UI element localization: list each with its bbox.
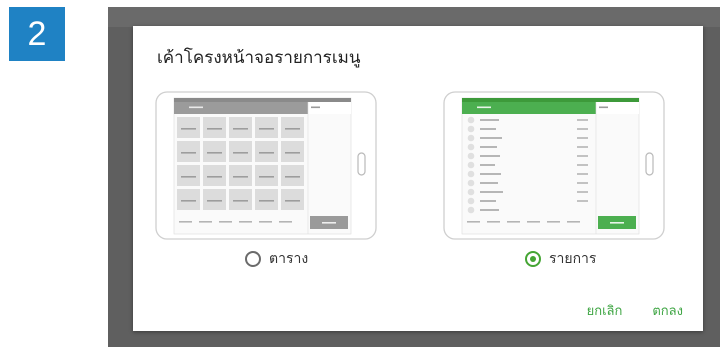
cancel-button[interactable]: ยกเลิก	[587, 300, 623, 321]
menu-layout-dialog: เค้าโครงหน้าจอรายการเมนู ตาราง รายการ ยก…	[133, 26, 703, 331]
grid-layout-option[interactable]: ตาราง	[245, 248, 308, 270]
dialog-title: เค้าโครงหน้าจอรายการเมนู	[157, 48, 361, 68]
list-layout-tablet-icon	[443, 91, 665, 240]
ok-button[interactable]: ตกลง	[652, 300, 683, 321]
step-number: 2	[27, 14, 47, 53]
grid-layout-label: ตาราง	[269, 251, 309, 267]
list-layout-radio[interactable]	[525, 251, 541, 267]
list-layout-label: รายการ	[549, 251, 597, 267]
grid-layout-preview[interactable]	[155, 91, 377, 240]
step-number-badge: 2	[9, 7, 65, 61]
grid-layout-tablet-icon	[155, 91, 377, 240]
list-layout-preview[interactable]	[443, 91, 665, 240]
list-layout-option[interactable]: รายการ	[525, 248, 596, 270]
dialog-actions: ยกเลิก ตกลง	[587, 300, 683, 321]
backdrop-top-bar	[108, 7, 720, 27]
grid-layout-radio[interactable]	[245, 251, 261, 267]
